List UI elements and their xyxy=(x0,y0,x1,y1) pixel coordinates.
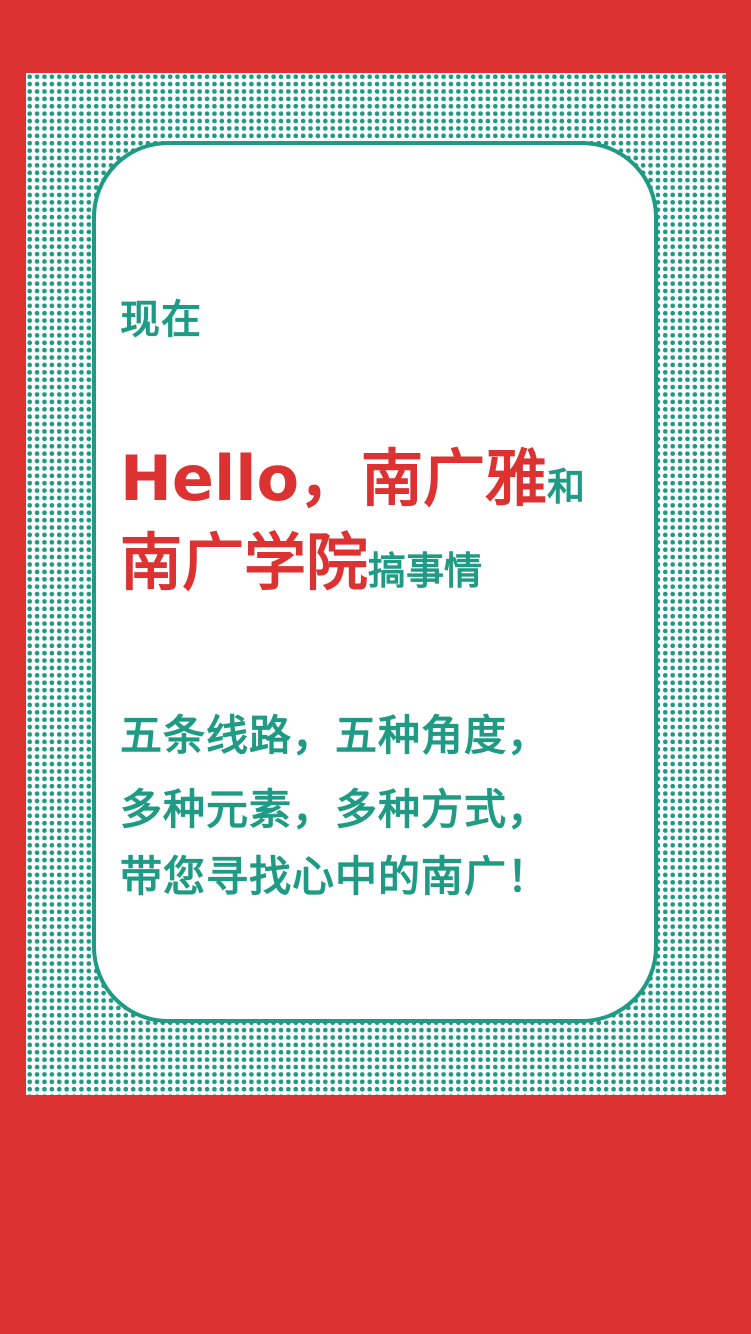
paragraph-line-1: 五条线路，五种角度， xyxy=(120,711,551,760)
paragraph-line-2: 多种元素，多种方式， xyxy=(120,785,551,834)
headline-line-2-main: 南广学院 xyxy=(120,526,369,599)
headline-line-1-tail: 和 xyxy=(547,465,586,509)
headline-line-1-main: Hello，南广雅 xyxy=(120,442,548,515)
headline-line-2: 南广学院搞事情 xyxy=(120,532,482,594)
headline-line-1: Hello，南广雅和 xyxy=(120,448,585,510)
headline-line-2-tail: 搞事情 xyxy=(368,549,483,593)
paragraph-line-3: 带您寻找心中的南广！ xyxy=(120,852,551,901)
intro-text: 现在 xyxy=(120,297,202,343)
